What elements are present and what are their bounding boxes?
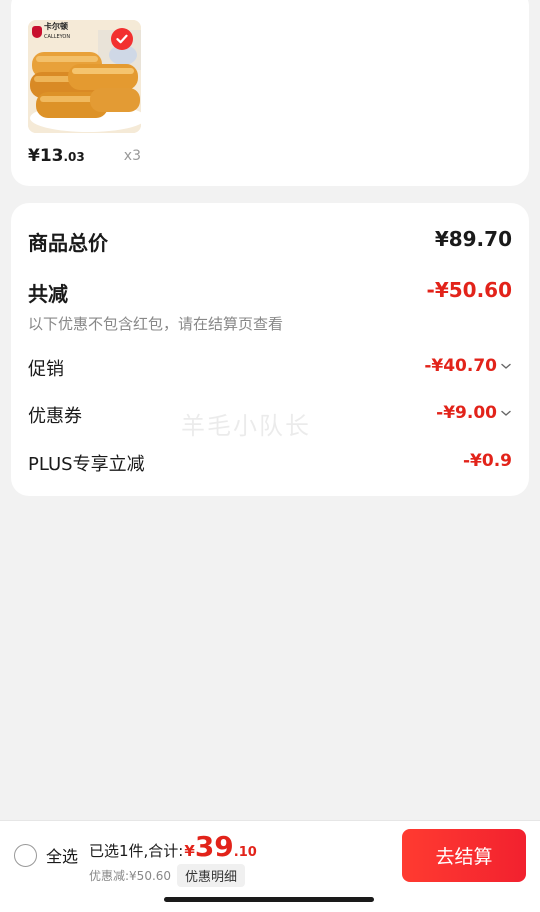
select-all-label: 全选 (46, 847, 79, 866)
discount-line: 优惠减:¥50.60 优惠明细 (89, 864, 246, 887)
watermark: 羊毛小队长 (181, 412, 311, 440)
checkmark-icon (116, 34, 128, 44)
discount-detail-button[interactable]: 优惠明细 (177, 864, 246, 887)
home-indicator (164, 897, 374, 902)
chevron-down-icon (501, 410, 511, 416)
promo-label: 促销 (28, 359, 64, 380)
item-quantity[interactable]: x3 (124, 148, 141, 164)
promo-value-wrap[interactable]: -¥40.70 (424, 356, 512, 376)
total-price-label: 商品总价 (28, 231, 108, 255)
reduce-note: 以下优惠不包含红包，请在结算页查看 (28, 315, 284, 333)
coupon-label: 优惠券 (28, 406, 82, 427)
total-amount-dec: .10 (233, 845, 257, 860)
total-reduce-row: 共减 -¥50.60 (28, 278, 512, 306)
checkout-button[interactable]: 去结算 (402, 829, 526, 882)
plus-label: PLUS专享立减 (28, 454, 145, 475)
reduce-note-row: 以下优惠不包含红包，请在结算页查看 (28, 313, 512, 335)
total-reduce-label: 共减 (28, 282, 68, 306)
plus-row: PLUS专享立减 -¥0.9 (28, 450, 512, 476)
item-check-icon[interactable] (111, 28, 133, 50)
total-price-value: ¥89.70 (434, 227, 512, 251)
price-summary-card: 商品总价 ¥89.70 共减 -¥50.60 以下优惠不包含红包，请在结算页查看… (11, 203, 529, 496)
select-all-radio[interactable] (14, 843, 37, 867)
product-image[interactable]: 卡尔顿 CALLEYON (28, 20, 141, 133)
coupon-value: -¥9.00 (436, 403, 497, 423)
item-price-row: ¥13.03 x3 (28, 144, 141, 168)
select-all-control[interactable]: 全选 (14, 843, 78, 867)
plus-value: -¥0.9 (463, 451, 512, 471)
promo-value: -¥40.70 (424, 356, 497, 376)
total-amount-int: 39 (194, 830, 234, 863)
chevron-down-icon (501, 363, 511, 369)
discount-text: 优惠减:¥50.60 (89, 869, 172, 883)
item-price-cents: .03 (63, 150, 85, 164)
selected-count-text: 已选1件,合计: (89, 842, 184, 860)
promo-row[interactable]: 促销 -¥40.70 (28, 355, 512, 381)
item-price: ¥13.03 (28, 146, 85, 166)
brand-sub: CALLEYON (44, 34, 71, 40)
cart-page: 卡尔顿 CALLEYON ¥13.03 x3 商品总价 ¥89.70 共减 -¥… (0, 0, 540, 912)
brand-logo: 卡尔顿 CALLEYON (32, 22, 78, 41)
selected-total: 已选1件,合计: ¥ 39 .10 (89, 830, 257, 863)
brand-mark-icon (32, 26, 42, 38)
product-card: 卡尔顿 CALLEYON ¥13.03 x3 (11, 0, 529, 186)
brand-name: 卡尔顿 (44, 22, 68, 31)
total-price-row: 商品总价 ¥89.70 (28, 227, 512, 255)
item-price-main: ¥13 (28, 146, 64, 166)
coupon-value-wrap[interactable]: -¥9.00 (436, 403, 512, 423)
total-currency: ¥ (184, 842, 195, 860)
total-reduce-value: -¥50.60 (426, 278, 512, 302)
